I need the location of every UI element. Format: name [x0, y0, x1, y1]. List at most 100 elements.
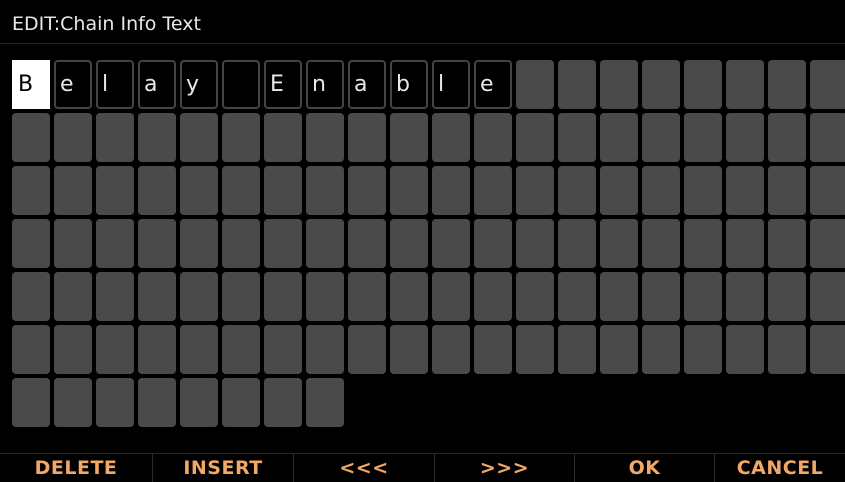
- empty-character-cell[interactable]: [306, 113, 344, 162]
- cancel-button[interactable]: CANCEL: [715, 454, 845, 482]
- character-cell[interactable]: a: [138, 60, 176, 109]
- empty-character-cell[interactable]: [306, 378, 344, 427]
- character-cell[interactable]: l: [96, 60, 134, 109]
- ok-button[interactable]: OK: [575, 454, 714, 482]
- empty-character-cell[interactable]: [474, 166, 512, 215]
- empty-character-cell[interactable]: [138, 219, 176, 268]
- insert-button[interactable]: INSERT: [153, 454, 293, 482]
- empty-character-cell[interactable]: [684, 219, 722, 268]
- character-cell[interactable]: l: [432, 60, 470, 109]
- character-cell[interactable]: a: [348, 60, 386, 109]
- empty-character-cell[interactable]: [768, 166, 806, 215]
- empty-character-cell[interactable]: [96, 219, 134, 268]
- empty-character-cell[interactable]: [474, 113, 512, 162]
- empty-character-cell[interactable]: [726, 325, 764, 374]
- empty-character-cell[interactable]: [642, 325, 680, 374]
- empty-character-cell[interactable]: [348, 113, 386, 162]
- empty-character-cell[interactable]: [810, 166, 845, 215]
- empty-character-cell[interactable]: [54, 166, 92, 215]
- empty-character-cell[interactable]: [96, 272, 134, 321]
- empty-character-cell[interactable]: [54, 378, 92, 427]
- empty-character-cell[interactable]: [264, 325, 302, 374]
- empty-character-cell[interactable]: [768, 60, 806, 109]
- empty-character-cell[interactable]: [138, 113, 176, 162]
- empty-character-cell[interactable]: [810, 272, 845, 321]
- empty-character-cell[interactable]: [348, 325, 386, 374]
- empty-character-cell[interactable]: [96, 166, 134, 215]
- empty-character-cell[interactable]: [180, 219, 218, 268]
- empty-character-cell[interactable]: [222, 219, 260, 268]
- empty-character-cell[interactable]: [768, 219, 806, 268]
- empty-character-cell[interactable]: [600, 113, 638, 162]
- empty-character-cell[interactable]: [264, 272, 302, 321]
- empty-character-cell[interactable]: [12, 325, 50, 374]
- empty-character-cell[interactable]: [306, 166, 344, 215]
- delete-button[interactable]: DELETE: [0, 454, 152, 482]
- empty-character-cell[interactable]: [390, 219, 428, 268]
- empty-character-cell[interactable]: [768, 272, 806, 321]
- character-cell[interactable]: y: [180, 60, 218, 109]
- empty-character-cell[interactable]: [306, 272, 344, 321]
- empty-character-cell[interactable]: [180, 166, 218, 215]
- empty-character-cell[interactable]: [600, 272, 638, 321]
- cursor-left-button[interactable]: <<<: [294, 454, 434, 482]
- empty-character-cell[interactable]: [306, 325, 344, 374]
- empty-character-cell[interactable]: [96, 378, 134, 427]
- empty-character-cell[interactable]: [264, 166, 302, 215]
- empty-character-cell[interactable]: [726, 113, 764, 162]
- empty-character-cell[interactable]: [96, 113, 134, 162]
- empty-character-cell[interactable]: [642, 166, 680, 215]
- empty-character-cell[interactable]: [180, 325, 218, 374]
- character-cell[interactable]: b: [390, 60, 428, 109]
- character-cell[interactable]: e: [474, 60, 512, 109]
- empty-character-cell[interactable]: [390, 272, 428, 321]
- empty-character-cell[interactable]: [180, 378, 218, 427]
- empty-character-cell[interactable]: [390, 325, 428, 374]
- empty-character-cell[interactable]: [390, 113, 428, 162]
- empty-character-cell[interactable]: [222, 378, 260, 427]
- empty-character-cell[interactable]: [474, 272, 512, 321]
- empty-character-cell[interactable]: [306, 219, 344, 268]
- empty-character-cell[interactable]: [516, 272, 554, 321]
- empty-character-cell[interactable]: [558, 272, 596, 321]
- character-cell[interactable]: e: [54, 60, 92, 109]
- empty-character-cell[interactable]: [432, 113, 470, 162]
- empty-character-cell[interactable]: [12, 113, 50, 162]
- empty-character-cell[interactable]: [684, 60, 722, 109]
- empty-character-cell[interactable]: [264, 219, 302, 268]
- empty-character-cell[interactable]: [810, 325, 845, 374]
- empty-character-cell[interactable]: [642, 113, 680, 162]
- empty-character-cell[interactable]: [516, 325, 554, 374]
- character-cell[interactable]: E: [264, 60, 302, 109]
- empty-character-cell[interactable]: [810, 113, 845, 162]
- empty-character-cell[interactable]: [180, 113, 218, 162]
- cursor-right-button[interactable]: >>>: [435, 454, 574, 482]
- empty-character-cell[interactable]: [54, 219, 92, 268]
- empty-character-cell[interactable]: [684, 325, 722, 374]
- empty-character-cell[interactable]: [474, 325, 512, 374]
- empty-character-cell[interactable]: [432, 325, 470, 374]
- empty-character-cell[interactable]: [642, 272, 680, 321]
- empty-character-cell[interactable]: [726, 166, 764, 215]
- empty-character-cell[interactable]: [558, 325, 596, 374]
- empty-character-cell[interactable]: [558, 60, 596, 109]
- empty-character-cell[interactable]: [558, 219, 596, 268]
- empty-character-cell[interactable]: [516, 219, 554, 268]
- empty-character-cell[interactable]: [600, 166, 638, 215]
- empty-character-cell[interactable]: [264, 113, 302, 162]
- empty-character-cell[interactable]: [558, 166, 596, 215]
- empty-character-cell[interactable]: [348, 166, 386, 215]
- empty-character-cell[interactable]: [810, 60, 845, 109]
- empty-character-cell[interactable]: [138, 325, 176, 374]
- empty-character-cell[interactable]: [12, 166, 50, 215]
- empty-character-cell[interactable]: [222, 272, 260, 321]
- character-cell[interactable]: [222, 60, 260, 109]
- empty-character-cell[interactable]: [222, 325, 260, 374]
- empty-character-cell[interactable]: [54, 325, 92, 374]
- character-cell[interactable]: n: [306, 60, 344, 109]
- empty-character-cell[interactable]: [12, 272, 50, 321]
- character-cell-selected[interactable]: B: [12, 60, 50, 109]
- empty-character-cell[interactable]: [12, 378, 50, 427]
- empty-character-cell[interactable]: [516, 60, 554, 109]
- empty-character-cell[interactable]: [684, 166, 722, 215]
